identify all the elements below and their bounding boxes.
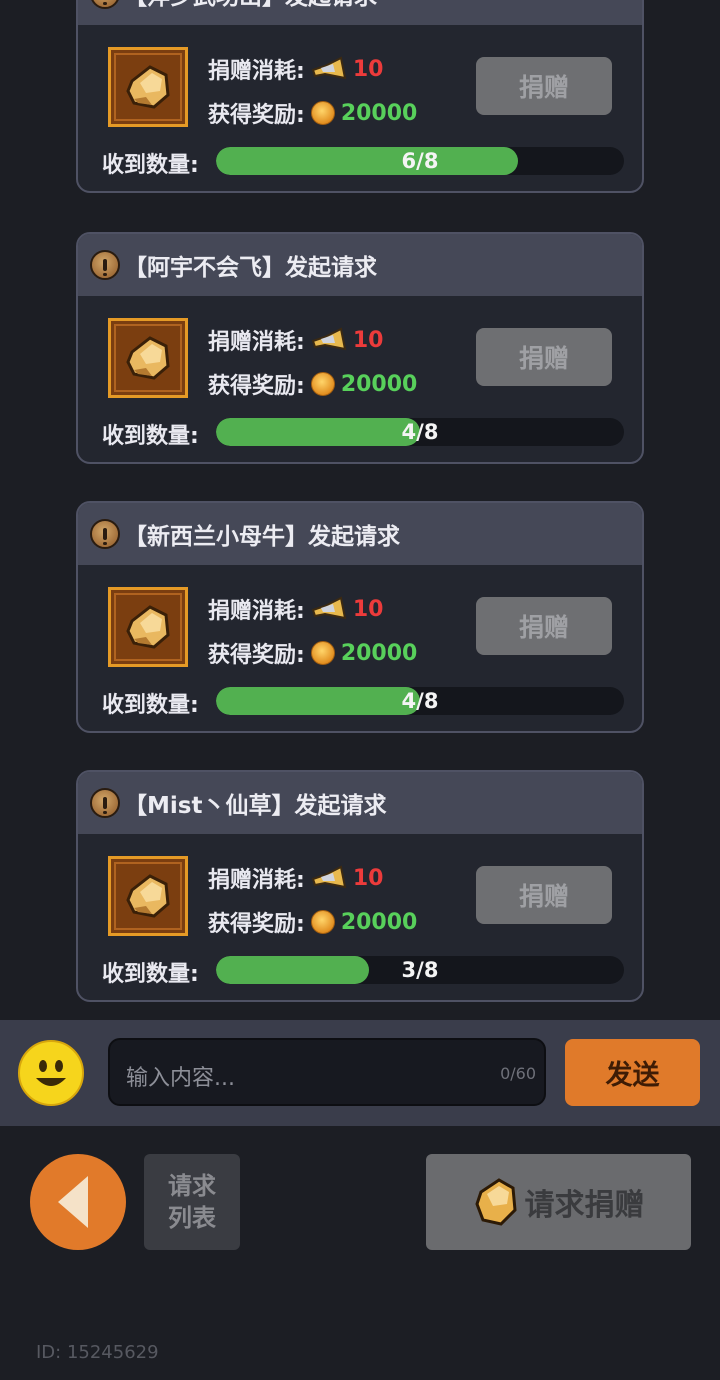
received-label: 收到数量: [102, 962, 199, 987]
ore-icon [126, 65, 170, 109]
request-card: 【新西兰小母牛】发起请求 捐赠消耗: 10 获得奖励: 20000 捐赠 收到数… [76, 501, 644, 733]
reward-label: 获得奖励: [208, 103, 305, 128]
warning-icon [90, 250, 120, 280]
request-title: 【萍乡武功山】发起请求 [124, 0, 377, 11]
progress-bar: 3/8 [216, 956, 624, 984]
request-card-header: 【萍乡武功山】发起请求 [78, 0, 642, 25]
request-card-header: 【Mist丶仙草】发起请求 [78, 772, 642, 834]
donate-button[interactable]: 捐赠 [476, 597, 612, 655]
cost-label: 捐赠消耗: [208, 330, 305, 355]
warning-icon [90, 788, 120, 818]
horn-icon [311, 865, 347, 889]
ore-item-slot [108, 587, 188, 667]
cost-value: 10 [352, 327, 384, 353]
char-counter: 0/60 [500, 1064, 536, 1083]
ore-icon [126, 605, 170, 649]
received-label: 收到数量: [102, 153, 199, 178]
request-donation-button[interactable]: 请求捐赠 [426, 1154, 691, 1250]
request-title: 【Mist丶仙草】发起请求 [124, 793, 387, 819]
reward-value: 20000 [340, 909, 418, 935]
donate-button[interactable]: 捐赠 [476, 866, 612, 924]
request-card: 【Mist丶仙草】发起请求 捐赠消耗: 10 获得奖励: 20000 捐赠 收到… [76, 770, 644, 1002]
coin-icon [310, 641, 335, 665]
ore-icon [474, 1178, 517, 1226]
reward-value: 20000 [340, 100, 418, 126]
received-label: 收到数量: [102, 424, 199, 449]
request-card-header: 【阿宇不会飞】发起请求 [78, 234, 642, 296]
back-button[interactable] [30, 1154, 126, 1250]
request-card-header: 【新西兰小母牛】发起请求 [78, 503, 642, 565]
coin-icon [310, 101, 335, 125]
reward-label: 获得奖励: [208, 374, 305, 399]
chat-input[interactable]: 输入内容... 0/60 [108, 1038, 546, 1106]
horn-icon [311, 596, 347, 620]
ore-item-slot [108, 856, 188, 936]
horn-icon [311, 327, 347, 351]
progress-text: 4/8 [401, 689, 439, 713]
received-label: 收到数量: [102, 693, 199, 718]
progress-text: 6/8 [401, 149, 439, 173]
request-title: 【新西兰小母牛】发起请求 [124, 524, 400, 550]
ore-icon [126, 874, 170, 918]
progress-text: 3/8 [401, 958, 439, 982]
reward-value: 20000 [340, 371, 418, 397]
coin-icon [310, 910, 335, 934]
cost-label: 捐赠消耗: [208, 868, 305, 893]
request-card: 【萍乡武功山】发起请求 捐赠消耗: 10 获得奖励: [76, 0, 644, 193]
reward-label: 获得奖励: [208, 912, 305, 937]
cost-label: 捐赠消耗: [208, 599, 305, 624]
chat-bar: 输入内容... 0/60 发送 [0, 1020, 720, 1126]
chat-input-placeholder: 输入内容... [126, 1066, 235, 1091]
donate-button[interactable]: 捐赠 [476, 57, 612, 115]
emoji-button[interactable] [18, 1040, 84, 1106]
user-id: ID: 15245629 [36, 1342, 159, 1363]
coin-icon [310, 372, 335, 396]
reward-label: 获得奖励: [208, 643, 305, 668]
request-card: 【阿宇不会飞】发起请求 捐赠消耗: 10 获得奖励: 20000 捐赠 收到数量… [76, 232, 644, 464]
request-list-line1: 请求 [168, 1172, 216, 1200]
ore-item-slot [108, 318, 188, 398]
ore-icon [126, 336, 170, 380]
horn-icon [311, 56, 347, 80]
progress-bar: 6/8 [216, 147, 624, 175]
progress-bar: 4/8 [216, 687, 624, 715]
send-button[interactable]: 发送 [565, 1039, 700, 1106]
request-list-line2: 列表 [168, 1204, 216, 1232]
warning-icon [90, 0, 120, 9]
donate-button[interactable]: 捐赠 [476, 328, 612, 386]
request-title: 【阿宇不会飞】发起请求 [124, 255, 377, 281]
cost-value: 10 [352, 56, 384, 82]
reward-value: 20000 [340, 640, 418, 666]
cost-value: 10 [352, 865, 384, 891]
ore-item-slot [108, 47, 188, 127]
progress-bar: 4/8 [216, 418, 624, 446]
progress-text: 4/8 [401, 420, 439, 444]
request-donation-label: 请求捐赠 [524, 1188, 645, 1223]
cost-value: 10 [352, 596, 384, 622]
back-arrow-icon [58, 1176, 88, 1228]
warning-icon [90, 519, 120, 549]
emoji-icon [36, 1060, 66, 1086]
cost-label: 捐赠消耗: [208, 59, 305, 84]
request-list-button[interactable]: 请求 列表 [144, 1154, 240, 1250]
